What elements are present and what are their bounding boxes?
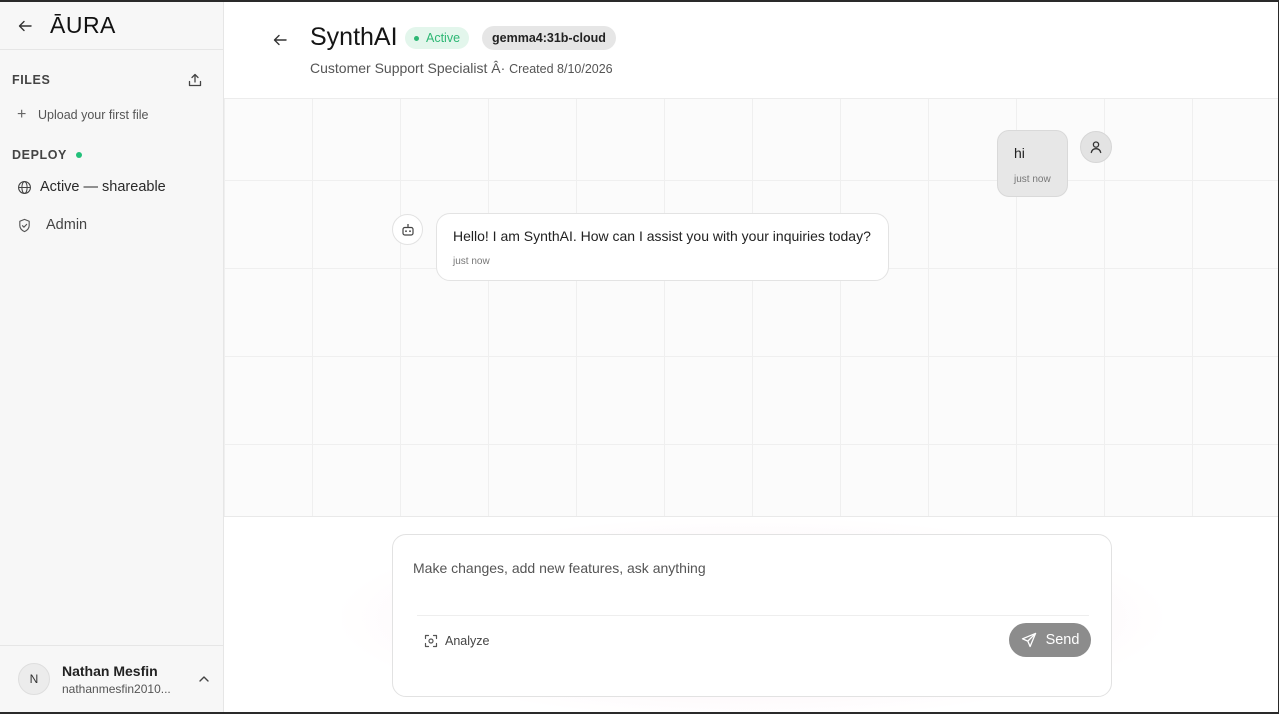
message-input[interactable] [413, 560, 1073, 576]
sidebar-header: ĀURA [0, 2, 223, 50]
message-timestamp: just now [1014, 174, 1051, 185]
composer-divider [417, 615, 1089, 616]
upload-first-file-label: Upload your first file [38, 108, 149, 122]
send-label: Send [1045, 632, 1080, 648]
main-panel: SynthAI Active gemma4:31b-cloud Customer… [224, 2, 1278, 714]
avatar: N [18, 663, 50, 695]
scan-icon [423, 633, 438, 648]
user-menu[interactable]: N Nathan Mesfin nathanmesfin2010... [0, 645, 223, 712]
globe-icon [16, 179, 32, 195]
user-info: Nathan Mesfin nathanmesfin2010... [62, 663, 184, 696]
back-arrow-icon[interactable] [16, 17, 34, 35]
deploy-section-header: DEPLOY [0, 148, 223, 162]
bot-icon [392, 214, 423, 245]
status-dot [414, 35, 419, 41]
user-name: Nathan Mesfin [62, 662, 158, 679]
message-text: hi [1014, 145, 1025, 161]
message-timestamp: just now [453, 256, 490, 267]
app-logo[interactable]: ĀURA [50, 12, 116, 39]
message-text: Hello! I am SynthAI. How can I assist yo… [453, 228, 871, 244]
files-title: FILES [12, 73, 51, 87]
user-message-bubble: hi just now [997, 130, 1068, 197]
upload-first-file-button[interactable]: + Upload your first file [0, 106, 223, 123]
send-button[interactable]: Send [1009, 623, 1091, 657]
agent-created-date: Created 8/10/2026 [509, 62, 613, 76]
agent-header: SynthAI Active gemma4:31b-cloud Customer… [224, 2, 1278, 99]
model-badge: gemma4:31b-cloud [482, 26, 616, 50]
analyze-label: Analyze [445, 633, 490, 648]
sidebar-item-label: Admin [46, 217, 88, 233]
chat-thread: hi just now Hello! I am SynthAI. How can… [224, 99, 1278, 517]
status-badge-label: Active [426, 31, 461, 45]
user-email: nathanmesfin2010... [62, 681, 171, 696]
deploy-title: DEPLOY [12, 148, 67, 162]
analyze-button[interactable]: Analyze [423, 633, 489, 648]
send-icon [1021, 632, 1037, 648]
agent-role: Customer Support Specialist Â· [310, 60, 506, 76]
assistant-message-bubble: Hello! I am SynthAI. How can I assist yo… [436, 213, 889, 281]
agent-subtitle: Customer Support Specialist Â· Created 8… [310, 60, 613, 76]
sidebar-item-admin[interactable]: Admin [0, 214, 223, 236]
upload-icon[interactable] [185, 70, 205, 90]
plus-icon: + [17, 106, 27, 123]
back-arrow-icon[interactable] [271, 31, 289, 49]
files-section-header: FILES [0, 72, 223, 88]
chevron-up-icon[interactable] [196, 671, 212, 687]
status-badge: Active [405, 27, 470, 49]
sidebar: ĀURA FILES + Upload your first file DEPL… [0, 2, 224, 712]
message-composer: Analyze Send [392, 534, 1112, 697]
sidebar-item-label: Active — shareable [40, 179, 166, 195]
user-avatar-icon [1080, 131, 1112, 163]
page-title: SynthAI [310, 23, 398, 51]
deploy-status-dot [76, 152, 82, 158]
shield-icon [16, 217, 32, 233]
sidebar-item-active-shareable[interactable]: Active — shareable [0, 176, 223, 198]
